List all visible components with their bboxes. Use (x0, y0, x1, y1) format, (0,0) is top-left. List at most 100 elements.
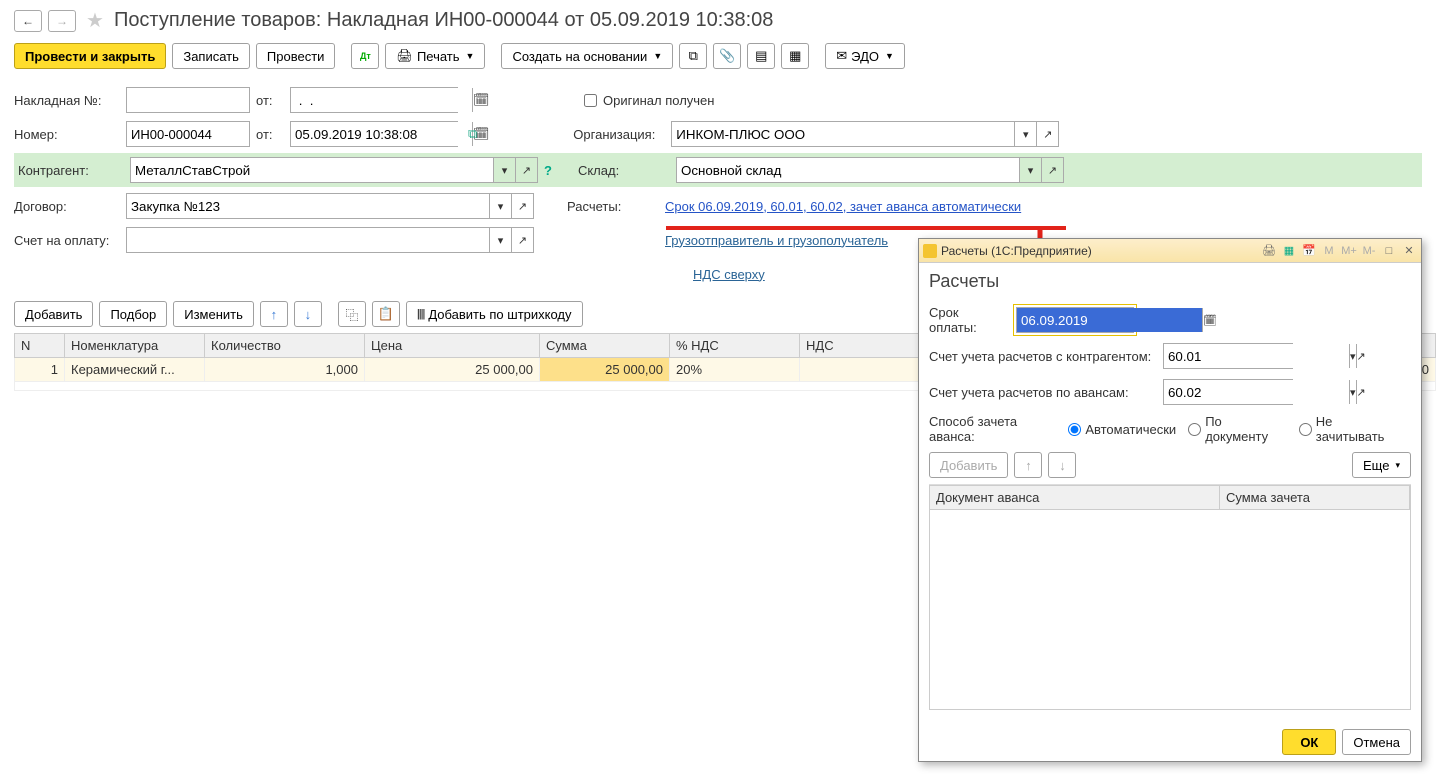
organization-label: Организация: (573, 127, 665, 142)
bill-dropdown-icon[interactable]: ▾ (489, 228, 511, 252)
report-button[interactable]: ▦ (781, 43, 809, 69)
advance-none-radio[interactable] (1299, 423, 1312, 436)
due-date-label: Срок оплаты: (929, 305, 1007, 335)
invoice-no-label: Накладная №: (14, 93, 120, 108)
popup-mminus-button[interactable]: M- (1361, 243, 1377, 259)
invoice-no-input[interactable] (126, 87, 250, 113)
edo-button[interactable]: ✉ ЭДО▼ (825, 43, 905, 69)
popup-app-icon (923, 244, 937, 258)
popup-more-button[interactable]: Еще▾ (1352, 452, 1411, 478)
favorite-star-icon[interactable]: ★ (86, 8, 104, 33)
popup-up-button[interactable]: ↑ (1014, 452, 1042, 478)
original-received-checkbox[interactable] (584, 94, 597, 107)
bill-open-icon[interactable]: ↗ (511, 228, 533, 252)
table-edit-button[interactable]: Изменить (173, 301, 254, 327)
popup-mplus-button[interactable]: M+ (1341, 243, 1357, 259)
popup-maximize-icon[interactable]: □ (1381, 243, 1397, 259)
shipper-link[interactable]: Грузоотправитель и грузополучатель (665, 233, 888, 248)
contract-open-icon[interactable]: ↗ (511, 194, 533, 218)
popup-title: Расчеты (929, 271, 1411, 292)
account1-open-icon[interactable]: ↗ (1356, 344, 1366, 368)
save-button[interactable]: Записать (172, 43, 250, 69)
contract-label: Договор: (14, 199, 120, 214)
account1-input[interactable] (1164, 344, 1349, 368)
nav-back-button[interactable]: ← (14, 10, 42, 32)
calendar-icon[interactable]: 🗓 (472, 88, 490, 112)
from-label-2: от: (256, 127, 284, 142)
move-down-button[interactable]: ↓ (294, 301, 322, 327)
popup-col-doc: Документ аванса (930, 486, 1220, 509)
popup-cancel-button[interactable]: Отмена (1342, 729, 1411, 755)
warehouse-label: Склад: (578, 163, 670, 178)
barcode-button[interactable]: |||| Добавить по штрихкоду (406, 301, 583, 327)
number-input[interactable] (126, 121, 250, 147)
due-date-input[interactable] (1017, 308, 1202, 332)
counterparty-label: Контрагент: (18, 163, 124, 178)
popup-table-body[interactable] (929, 510, 1411, 710)
paste-button[interactable]: 📋 (372, 301, 400, 327)
bill-label: Счет на оплату: (14, 233, 120, 248)
counterparty-dropdown-icon[interactable]: ▾ (493, 158, 515, 182)
create-based-button[interactable]: Создать на основании▼ (501, 43, 673, 69)
copy-button[interactable]: ⿻ (338, 301, 366, 327)
attach-button[interactable]: 📎 (713, 43, 741, 69)
related-button[interactable]: ⧉ (679, 43, 707, 69)
account1-label: Счет учета расчетов с контрагентом: (929, 349, 1157, 364)
contract-input[interactable] (127, 194, 489, 218)
organization-input[interactable] (672, 122, 1014, 146)
date-extra-icon[interactable]: ⧉ (468, 126, 477, 142)
advance-doc-radio[interactable] (1188, 423, 1201, 436)
table-add-button[interactable]: Добавить (14, 301, 93, 327)
account2-input[interactable] (1164, 380, 1349, 404)
post-and-close-button[interactable]: Провести и закрыть (14, 43, 166, 69)
counterparty-help-icon[interactable]: ? (544, 163, 552, 178)
nav-forward-button[interactable]: → (48, 10, 76, 32)
popup-print-icon[interactable]: 🖨 (1261, 243, 1277, 259)
calculations-label: Расчеты: (567, 199, 659, 214)
advance-mode-label: Способ зачета аванса: (929, 414, 1064, 444)
table-select-button[interactable]: Подбор (99, 301, 167, 327)
warehouse-open-icon[interactable]: ↗ (1041, 158, 1063, 182)
counterparty-input[interactable] (131, 158, 493, 182)
document-date-input[interactable] (295, 122, 472, 146)
popup-grid-icon[interactable]: ▦ (1281, 243, 1297, 259)
move-up-button[interactable]: ↑ (260, 301, 288, 327)
advance-auto-radio[interactable] (1068, 423, 1081, 436)
col-sum: Сумма (540, 334, 670, 358)
col-qty: Количество (205, 334, 365, 358)
col-price: Цена (365, 334, 540, 358)
popup-col-sum: Сумма зачета (1220, 486, 1410, 509)
warehouse-dropdown-icon[interactable]: ▾ (1019, 158, 1041, 182)
account2-label: Счет учета расчетов по авансам: (929, 385, 1157, 400)
account2-open-icon[interactable]: ↗ (1356, 380, 1366, 404)
counterparty-open-icon[interactable]: ↗ (515, 158, 537, 182)
popup-window-title: Расчеты (1С:Предприятие) (941, 244, 1092, 258)
print-label: Печать (417, 49, 460, 64)
original-received-label: Оригинал получен (603, 93, 714, 108)
popup-down-button[interactable]: ↓ (1048, 452, 1076, 478)
col-nomenclature: Номенклатура (65, 334, 205, 358)
page-title: Поступление товаров: Накладная ИН00-0000… (114, 9, 773, 32)
bill-input[interactable] (127, 228, 489, 252)
organization-open-icon[interactable]: ↗ (1036, 122, 1058, 146)
col-vat-pct: % НДС (670, 334, 800, 358)
organization-dropdown-icon[interactable]: ▾ (1014, 122, 1036, 146)
popup-cal-icon[interactable]: 📅 (1301, 243, 1317, 259)
print-button[interactable]: 🖨 Печать▼ (385, 43, 485, 69)
popup-ok-button[interactable]: ОК (1282, 729, 1336, 755)
popup-add-button[interactable]: Добавить (929, 452, 1008, 478)
calculations-dialog: Расчеты (1С:Предприятие) 🖨 ▦ 📅 M M+ M- □… (918, 238, 1422, 762)
popup-m-button[interactable]: M (1321, 243, 1337, 259)
invoice-date-input[interactable] (295, 88, 472, 112)
vat-link[interactable]: НДС сверху (693, 267, 765, 282)
calculations-link[interactable]: Срок 06.09.2019, 60.01, 60.02, зачет ава… (665, 199, 1021, 214)
popup-close-icon[interactable]: ✕ (1401, 243, 1417, 259)
col-n: N (15, 334, 65, 358)
warehouse-input[interactable] (677, 158, 1019, 182)
due-date-calendar-icon[interactable]: 🗓 (1202, 308, 1217, 332)
list-button[interactable]: ▤ (747, 43, 775, 69)
contract-dropdown-icon[interactable]: ▾ (489, 194, 511, 218)
dtkt-button[interactable]: Дт (351, 43, 379, 69)
from-label-1: от: (256, 93, 284, 108)
post-button[interactable]: Провести (256, 43, 336, 69)
